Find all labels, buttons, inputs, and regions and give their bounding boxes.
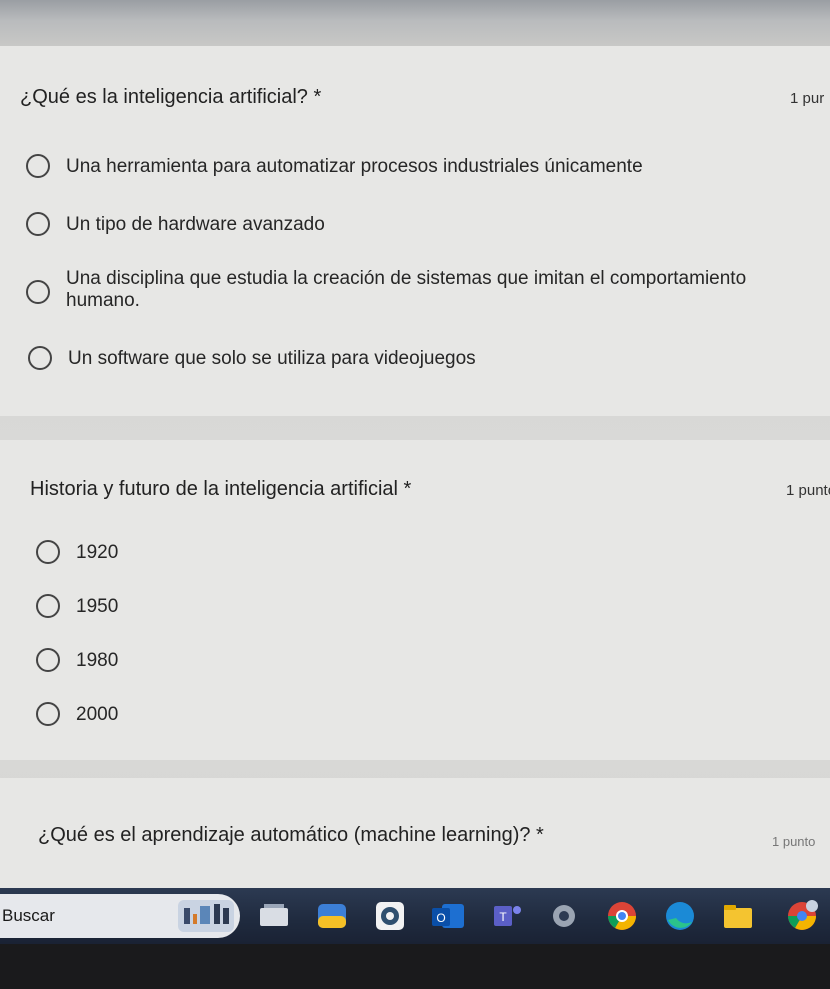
- chrome-profile-icon[interactable]: [782, 896, 822, 936]
- settings-icon[interactable]: [544, 896, 584, 936]
- file-explorer-icon[interactable]: [718, 896, 758, 936]
- question-points: 1 punto: [772, 834, 816, 849]
- radio-option[interactable]: Una disciplina que estudia la creación d…: [26, 268, 806, 312]
- radio-option[interactable]: Una herramienta para automatizar proceso…: [26, 154, 643, 178]
- question-title: ¿Qué es la inteligencia artificial? *: [20, 86, 322, 108]
- question-card-1: ¿Qué es la inteligencia artificial? * 1 …: [0, 46, 830, 416]
- teams-icon[interactable]: T: [486, 896, 526, 936]
- option-label: Un software que solo se utiliza para vid…: [68, 348, 476, 369]
- search-label: Buscar: [2, 906, 55, 925]
- radio-button[interactable]: [26, 154, 50, 178]
- radio-button[interactable]: [26, 280, 50, 304]
- widgets-icon[interactable]: [312, 896, 352, 936]
- browser-icon[interactable]: [370, 896, 410, 936]
- taskbar: Buscar O T: [0, 888, 830, 944]
- svg-text:O: O: [436, 911, 445, 925]
- edge-icon[interactable]: [660, 896, 700, 936]
- question-card-3: ¿Qué es el aprendizaje automático (machi…: [0, 778, 830, 888]
- option-label: 1980: [76, 650, 119, 671]
- option-label: 1950: [76, 596, 119, 617]
- option-label: Un tipo de hardware avanzado: [66, 214, 325, 235]
- radio-button[interactable]: [36, 648, 60, 672]
- radio-button[interactable]: [36, 540, 60, 564]
- svg-text:T: T: [499, 910, 507, 924]
- question-title: ¿Qué es el aprendizaje automático (machi…: [38, 824, 544, 846]
- radio-button[interactable]: [26, 212, 50, 236]
- option-label: Una disciplina que estudia la creación d…: [66, 268, 747, 311]
- radio-option[interactable]: 1980: [36, 648, 118, 672]
- option-label: 2000: [76, 704, 119, 725]
- screen: ¿Qué es la inteligencia artificial? * 1 …: [0, 0, 830, 989]
- question-title: Historia y futuro de la inteligencia art…: [30, 478, 412, 500]
- radio-option[interactable]: Un tipo de hardware avanzado: [26, 212, 325, 236]
- taskbar-search-box[interactable]: Buscar: [0, 894, 240, 938]
- question-points: 1 pur: [790, 90, 825, 107]
- option-label: 1920: [76, 542, 119, 563]
- search-highlight-icon: [178, 900, 234, 932]
- radio-button[interactable]: [36, 594, 60, 618]
- radio-button[interactable]: [28, 346, 52, 370]
- question-points: 1 punto: [786, 482, 830, 499]
- chrome-icon[interactable]: [602, 896, 642, 936]
- radio-option[interactable]: Un software que solo se utiliza para vid…: [28, 346, 476, 370]
- monitor-bezel: [0, 944, 830, 989]
- task-view-icon[interactable]: [254, 896, 294, 936]
- outlook-icon[interactable]: O: [428, 896, 468, 936]
- radio-option[interactable]: 1950: [36, 594, 118, 618]
- question-card-2: Historia y futuro de la inteligencia art…: [0, 440, 830, 760]
- browser-top-strip: [0, 0, 830, 46]
- radio-option[interactable]: 2000: [36, 702, 118, 726]
- radio-button[interactable]: [36, 702, 60, 726]
- option-label: Una herramienta para automatizar proceso…: [66, 156, 643, 177]
- radio-option[interactable]: 1920: [36, 540, 118, 564]
